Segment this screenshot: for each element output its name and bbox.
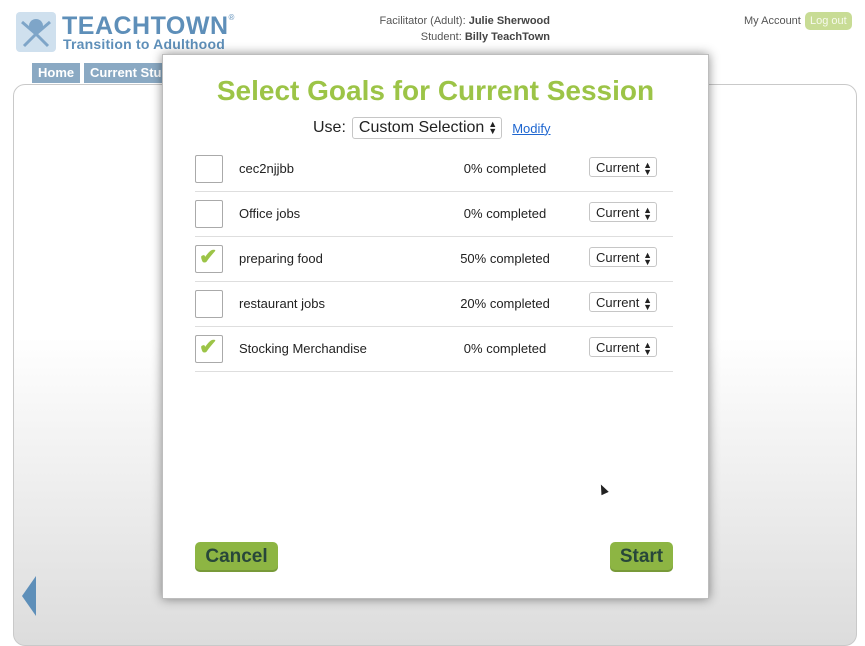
use-label: Use:: [313, 119, 346, 136]
goal-name: Office jobs: [239, 206, 301, 221]
cancel-button[interactable]: Cancel: [195, 542, 278, 572]
facilitator-line: Facilitator (Adult): Julie Sherwood: [379, 15, 550, 27]
goal-row: ✔ Stocking Merchandise 0% completed Curr…: [195, 327, 673, 372]
my-account-link[interactable]: My Account: [744, 15, 801, 27]
goal-progress: 0% completed: [463, 206, 547, 221]
select-arrows-icon: ▲ ▼: [643, 205, 652, 222]
goal-status-select[interactable]: Current ▲ ▼: [589, 247, 657, 267]
goal-progress: 0% completed: [463, 341, 547, 356]
checkmark-icon: ✔: [199, 244, 218, 269]
select-goals-dialog: Select Goals for Current Session Use: Cu…: [162, 54, 709, 599]
teachtown-logo-icon: [16, 12, 56, 52]
brand-tagline: Transition to Adulthood: [63, 36, 225, 52]
student-line: Student: Billy TeachTown: [420, 31, 550, 43]
goal-progress: 50% completed: [460, 251, 550, 266]
modify-link[interactable]: Modify: [512, 121, 550, 136]
tab-current-student[interactable]: Current Stu: [84, 63, 162, 83]
tab-home[interactable]: Home: [32, 63, 81, 83]
back-arrow-icon[interactable]: [22, 576, 36, 616]
goal-name: Stocking Merchandise: [239, 341, 367, 356]
goal-name: restaurant jobs: [239, 296, 325, 311]
goal-row: ✔ preparing food 50% completed Current ▲ ▼: [195, 237, 673, 282]
goals-list: cec2njjbb 0% completed Current ▲ ▼ Office …: [195, 147, 673, 372]
goal-status-select[interactable]: Current ▲ ▼: [589, 292, 657, 312]
session-info: Facilitator (Adult): Julie Sherwood Stud…: [340, 13, 550, 45]
goal-status-select[interactable]: Current ▲ ▼: [589, 202, 657, 222]
goal-progress: 20% completed: [460, 296, 550, 311]
goal-checkbox[interactable]: [195, 155, 223, 183]
goal-status-select[interactable]: Current ▲ ▼: [589, 337, 657, 357]
goal-progress: 0% completed: [463, 161, 547, 176]
app-header: TEACHTOWN® Transition to Adulthood Facil…: [0, 0, 865, 60]
goal-checkbox[interactable]: [195, 290, 223, 318]
goal-status-select[interactable]: Current ▲ ▼: [589, 157, 657, 177]
logout-button[interactable]: Log out: [805, 12, 852, 30]
use-row: Use: Custom Selection ▲ ▼ Modify: [313, 117, 551, 139]
select-arrows-icon: ▲ ▼: [643, 160, 652, 177]
goal-row: cec2njjbb 0% completed Current ▲ ▼: [195, 147, 673, 192]
goal-checkbox[interactable]: ✔: [195, 244, 223, 273]
select-arrows-icon: ▲ ▼: [643, 295, 652, 312]
goal-checkbox[interactable]: ✔: [195, 334, 223, 363]
select-arrows-icon: ▲ ▼: [643, 250, 652, 267]
select-arrows-icon: ▲ ▼: [643, 340, 652, 357]
goal-checkbox[interactable]: [195, 200, 223, 228]
goal-name: preparing food: [239, 251, 323, 266]
use-select[interactable]: Custom Selection ▲ ▼: [351, 117, 503, 139]
goal-row: restaurant jobs 20% completed Current ▲ ▼: [195, 282, 673, 327]
goal-name: cec2njjbb: [239, 161, 294, 176]
checkmark-icon: ✔: [199, 334, 218, 359]
use-select-value: Custom Selection: [358, 119, 485, 136]
dialog-title: Select Goals for Current Session: [216, 75, 655, 106]
start-button[interactable]: Start: [610, 542, 673, 572]
goal-row: Office jobs 0% completed Current ▲ ▼: [195, 192, 673, 237]
select-arrows-icon: ▲ ▼: [488, 119, 498, 136]
